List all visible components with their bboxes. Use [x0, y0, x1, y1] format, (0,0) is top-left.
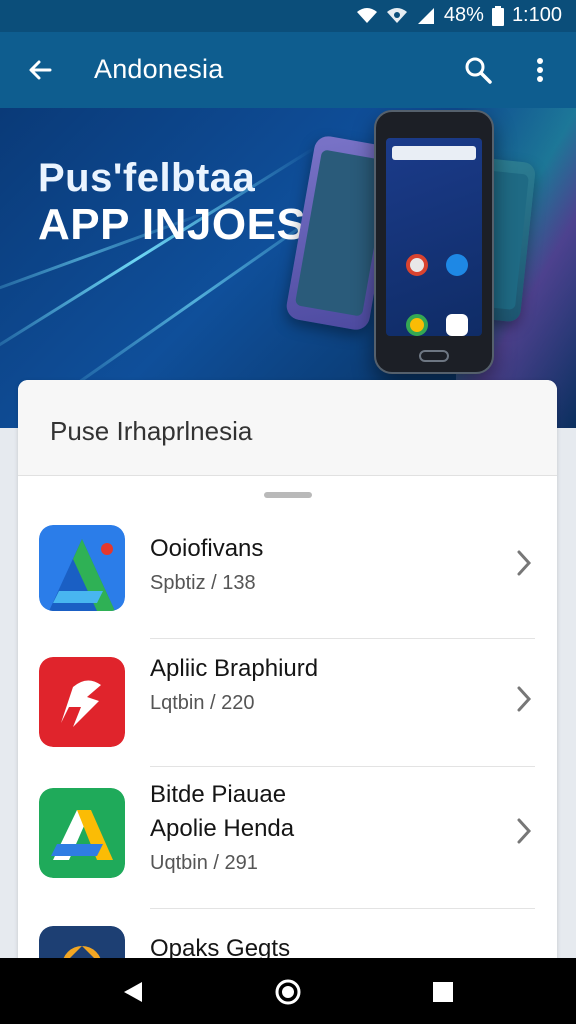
home-circle-icon	[275, 979, 301, 1005]
app-icon	[406, 254, 428, 276]
chevron-right-icon	[511, 816, 537, 846]
divider	[150, 766, 535, 767]
green-a-icon	[39, 788, 125, 878]
app-icon	[446, 314, 468, 336]
wifi-icon	[356, 7, 378, 25]
app-bar: Andonesia	[0, 32, 576, 108]
app-meta: Lqtbin / 220	[150, 692, 255, 714]
list-item[interactable]: Bitde Piauae Apolie Henda Uqtbin / 291	[18, 776, 557, 916]
divider	[150, 908, 535, 909]
more-options-button[interactable]	[522, 52, 558, 88]
app-name: Apliic Braphiurd	[150, 655, 319, 682]
clock: 1:100	[511, 4, 562, 26]
nav-home-button[interactable]	[273, 977, 303, 1007]
nav-recents-button[interactable]	[428, 977, 458, 1007]
search-button[interactable]	[460, 52, 496, 88]
app-list-panel: Puse Irhaprlnesia Ooiofivans Spbtiz / 13…	[18, 380, 557, 980]
banner-headline: Pus'felbtaa	[38, 156, 256, 200]
list-item[interactable]: Apliic Braphiurd Lqtbin / 220	[18, 650, 557, 770]
phone-url-bar	[392, 146, 476, 160]
nav-back-button[interactable]	[118, 977, 148, 1007]
status-bar: 48% 1:100	[0, 0, 576, 32]
battery-percent: 48%	[443, 4, 484, 26]
search-icon	[465, 57, 492, 84]
chevron-right-icon	[511, 684, 537, 714]
navigation-bar	[0, 958, 576, 1024]
phone-home-button	[419, 350, 449, 362]
list-item[interactable]: Ooiofivans Spbtiz / 138	[18, 520, 557, 640]
panel-title: Puse Irhaprlnesia	[50, 416, 253, 446]
signal-bars-icon	[416, 7, 436, 25]
app-name: Ooiofivans	[150, 535, 264, 562]
app-meta: Spbtiz / 138	[150, 572, 256, 594]
blue-green-a-icon	[39, 525, 125, 611]
chevron-right-icon	[511, 548, 537, 578]
app-icon	[446, 254, 468, 276]
back-arrow-icon	[29, 60, 52, 80]
drag-handle[interactable]	[264, 492, 312, 498]
back-button[interactable]	[22, 52, 58, 88]
status-icons: 48% 1:100	[356, 4, 562, 27]
app-meta: Uqtbin / 291	[150, 852, 258, 874]
back-triangle-icon	[124, 982, 142, 1002]
app-icon	[406, 314, 428, 336]
phone-illustration	[374, 110, 494, 374]
divider	[150, 638, 535, 639]
red-logo-icon	[39, 657, 125, 747]
app-name-line-2: Apolie Henda	[150, 815, 295, 842]
battery-icon	[491, 5, 504, 26]
more-vert-icon	[537, 58, 543, 82]
app-name-line-1: Bitde Piauae	[150, 781, 287, 808]
app-bar-title: Andonesia	[94, 54, 224, 84]
signal-icon	[386, 7, 408, 25]
recents-square-icon	[433, 982, 453, 1002]
